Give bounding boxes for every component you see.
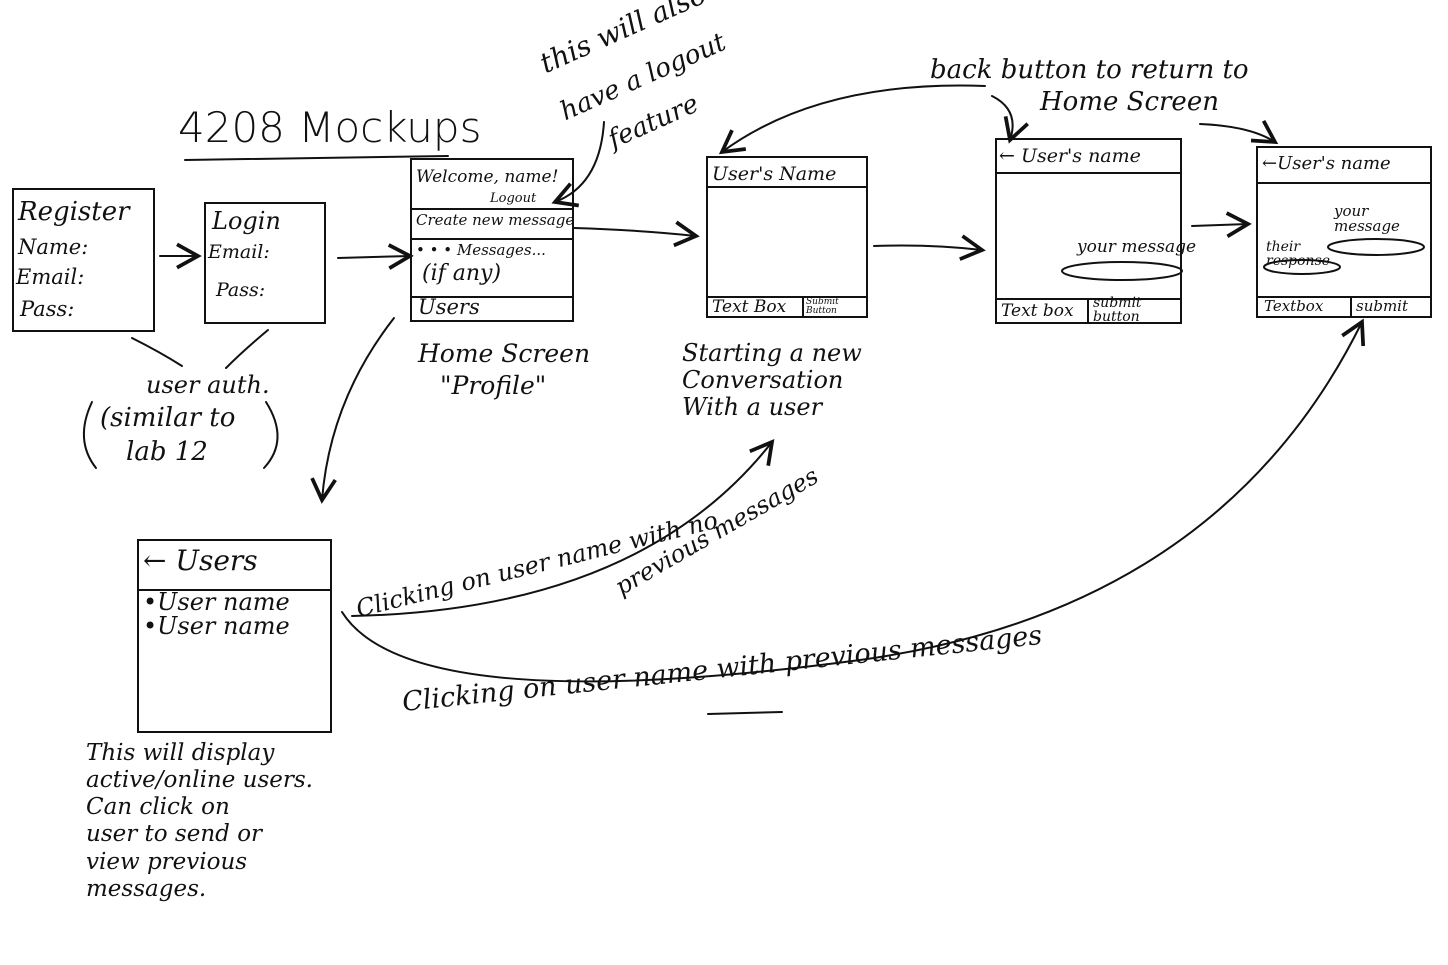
users-header[interactable]: ← Users	[143, 545, 258, 577]
home-messages[interactable]: • • • Messages...	[416, 242, 546, 259]
home-divider-1	[412, 208, 572, 210]
register-screen: Register Name: Email: Pass:	[12, 188, 155, 332]
convo-text-box[interactable]: Text box	[1001, 301, 1074, 321]
reply-footer-split	[1350, 296, 1352, 318]
auth-stroke-left	[131, 337, 183, 367]
login-heading: Login	[212, 207, 281, 235]
back-note-line1: back button to return to	[930, 55, 1249, 85]
newconvo-submit-button[interactable]: Submit Button	[806, 298, 868, 316]
home-logout-link[interactable]: Logout	[490, 191, 536, 207]
auth-note-line2: (similar to	[100, 403, 236, 433]
users-screen: ← Users •User name •User name	[137, 539, 332, 733]
register-pass-label: Pass:	[20, 297, 75, 321]
users-note: This will display active/online users. C…	[86, 740, 313, 902]
title-underline	[184, 155, 449, 161]
home-divider-2	[412, 238, 572, 240]
arrow-login-to-home	[337, 243, 414, 270]
with-underline	[707, 711, 783, 715]
auth-note-line3: lab 12	[126, 437, 208, 467]
arrow-back-to-home-1	[718, 84, 986, 155]
home-create-message[interactable]: Create new message	[416, 212, 574, 229]
auth-stroke-right	[225, 329, 269, 369]
newconvo-footer-split	[802, 296, 804, 318]
register-heading: Register	[18, 197, 130, 227]
back-note-line2: Home Screen	[1040, 87, 1219, 117]
newconvo-header-divider	[708, 186, 866, 188]
arrow-newconvo-to-convo	[873, 234, 986, 261]
register-email-label: Email:	[16, 265, 85, 289]
arrow-home-to-newconvo	[573, 220, 700, 248]
reply-text-box[interactable]: Textbox	[1264, 298, 1323, 315]
arrow-back-to-home-3	[1199, 119, 1279, 145]
reply-submit-button[interactable]: submit	[1356, 298, 1408, 315]
register-name-label: Name:	[18, 235, 89, 259]
convo-header[interactable]: ← User's name	[999, 145, 1141, 167]
home-screen: Welcome, name! Logout Create new message…	[410, 158, 574, 322]
login-email-label: Email:	[208, 241, 270, 263]
auth-note-line1: user auth.	[146, 371, 270, 399]
reply-header-divider	[1258, 182, 1430, 184]
reply-your-message: your message	[1334, 202, 1400, 235]
login-screen: Login Email: Pass:	[204, 202, 326, 324]
reply-their-response: their response	[1266, 239, 1331, 269]
login-pass-label: Pass:	[216, 279, 266, 301]
newconvo-header: User's Name	[712, 163, 837, 185]
convo-header-divider	[997, 172, 1180, 174]
home-welcome: Welcome, name!	[416, 167, 559, 187]
arrow-home-to-users	[310, 317, 395, 504]
reply-screen: ←User's name your message their response…	[1256, 146, 1432, 318]
page-title: 4208 Mockups	[178, 103, 482, 152]
auth-paren-left	[82, 401, 97, 469]
home-users-link[interactable]: Users	[418, 295, 480, 320]
arrow-back-to-home-2	[991, 95, 1029, 144]
convo-submit-button[interactable]: submit button	[1093, 296, 1173, 324]
arrow-convo-to-reply	[1191, 211, 1252, 239]
home-caption: Home Screen	[418, 339, 591, 368]
conversation-screen: ← User's name your message Text box subm…	[995, 138, 1196, 324]
new-conversation-screen: User's Name Text Box Submit Button	[706, 156, 868, 318]
reply-header[interactable]: ←User's name	[1262, 153, 1391, 174]
home-caption-profile: "Profile"	[440, 371, 547, 400]
home-if-any: (if any)	[422, 261, 502, 286]
newconvo-caption: Starting a new Conversation With a user	[682, 339, 862, 421]
auth-paren-right	[263, 401, 279, 469]
convo-your-message: your message	[1077, 237, 1197, 257]
newconvo-text-box[interactable]: Text Box	[712, 297, 786, 317]
users-list-item-2[interactable]: •User name	[143, 613, 290, 640]
convo-footer-split	[1087, 298, 1089, 324]
